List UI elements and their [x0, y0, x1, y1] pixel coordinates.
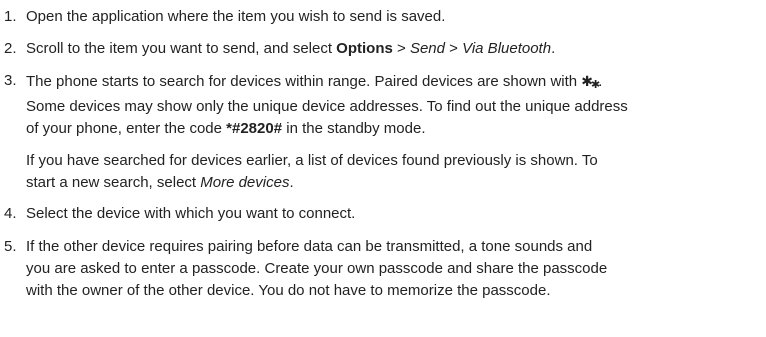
note-line: If you have searched for devices earlier… [26, 152, 598, 169]
step-text: Scroll to the item you want to send, and… [26, 38, 754, 60]
step-number: 4. [4, 205, 17, 222]
step-2: 2. Scroll to the item you want to send, … [4, 38, 754, 60]
step-text-line: with the owner of the other device. You … [26, 282, 551, 299]
search-note: If you have searched for devices earlier… [26, 150, 766, 194]
step-5: 5. If the other device requires pairing … [4, 236, 754, 302]
step-text-line: you are asked to enter a passcode. Creat… [26, 260, 608, 277]
step-number: 5. [4, 238, 17, 255]
more-devices-label: More devices [200, 174, 290, 191]
step-4: 4. Select the device with which you want… [4, 203, 754, 225]
code-text: *#2820# [226, 120, 283, 137]
instructions-page: 1. Open the application where the item y… [0, 0, 766, 337]
step-number: 2. [4, 40, 17, 57]
menu-separator: > [445, 40, 463, 57]
step-text-part: of your phone, enter the code [26, 120, 227, 137]
bluetooth-paired-icon: ✱✱ [581, 73, 600, 91]
menu-via-bluetooth: Via Bluetooth [462, 40, 552, 57]
step-text-part: Scroll to the item you want to send, and… [26, 40, 337, 57]
menu-options: Options [336, 40, 393, 57]
step-text: Select the device with which you want to… [26, 205, 356, 222]
step-text-end: . [551, 40, 556, 57]
step-text: Open the application where the item you … [26, 8, 446, 25]
step-text-part: The phone starts to search for devices w… [26, 73, 582, 90]
menu-send: Send [409, 40, 445, 57]
note-line: start a new search, select More devices. [26, 172, 766, 194]
step-text-part: in the standby mode. [282, 120, 426, 137]
step-text-line: If the other device requires pairing bef… [26, 238, 593, 255]
step-text-end: . [598, 73, 603, 90]
step-1: 1. Open the application where the item y… [4, 6, 754, 28]
step-3: 3. The phone starts to search for device… [4, 70, 754, 140]
step-text-line: The phone starts to search for devices w… [26, 70, 754, 96]
note-text-end: . [289, 174, 294, 191]
step-number: 1. [4, 8, 17, 25]
step-text-line: Some devices may show only the unique de… [26, 98, 628, 115]
note-text-part: start a new search, select [26, 174, 201, 191]
step-number: 3. [4, 72, 17, 89]
step-text-line: of your phone, enter the code *#2820# in… [26, 118, 754, 140]
menu-separator: > [392, 40, 410, 57]
